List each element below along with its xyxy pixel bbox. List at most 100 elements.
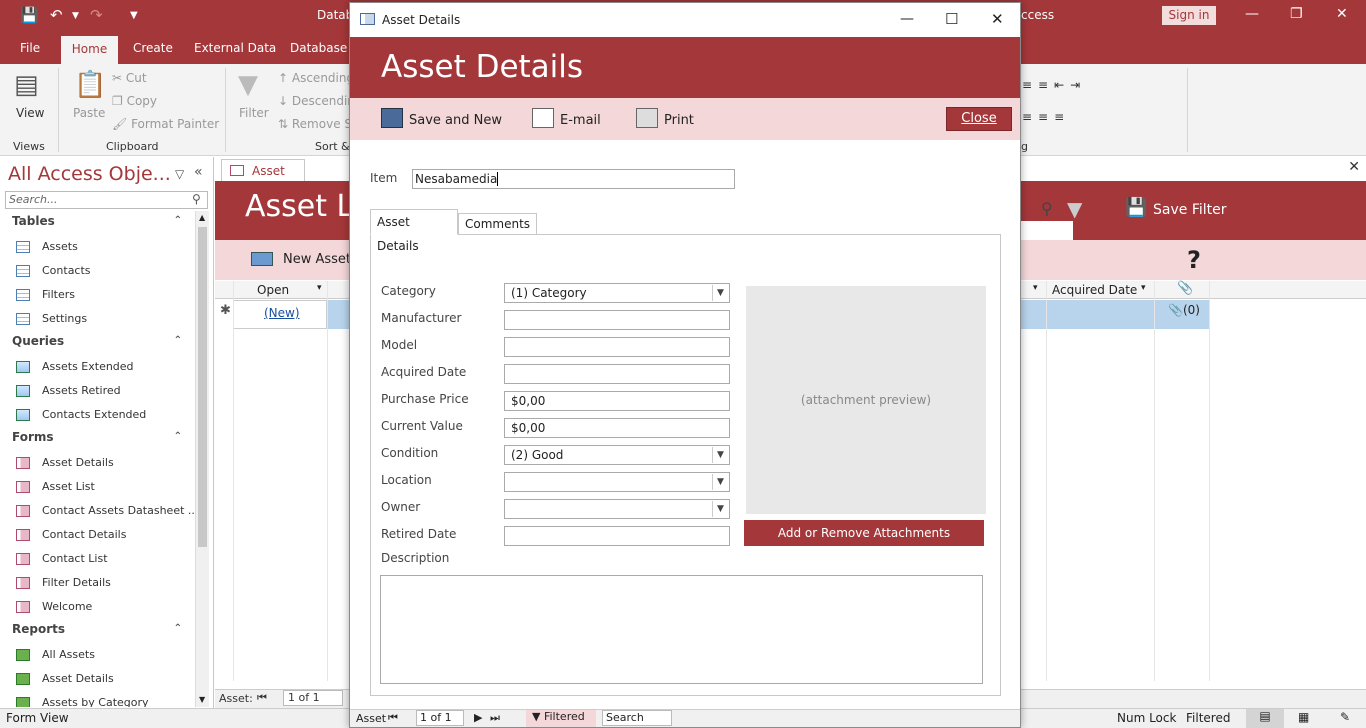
save-filter-button[interactable]: Save Filter [1153,202,1227,218]
save-and-new-button[interactable]: Save and New [381,108,502,128]
nav-item[interactable]: Assets Retired [0,379,194,403]
nav-item[interactable]: Asset Details [0,451,194,475]
nav-item[interactable]: Filters [0,283,194,307]
record-position[interactable]: 1 of 1 [283,690,343,706]
tab-home[interactable]: Home [61,36,118,64]
close-icon[interactable]: ✕ [1336,6,1348,22]
filter-icon[interactable]: ▼ [1067,197,1082,221]
chevron-down-icon[interactable]: ▼ [712,285,728,301]
nav-scrollbar[interactable]: ▲ ▼ [195,211,209,707]
chevron-down-icon[interactable]: ▼ [712,447,728,463]
field-input[interactable] [504,526,730,546]
collapse-section-icon[interactable]: ⌃ [174,211,182,231]
tab-comments[interactable]: Comments [458,213,538,235]
search-icon[interactable]: ⚲ [192,192,201,206]
close-icon[interactable]: ✕ [991,10,1004,28]
nav-item[interactable]: Contacts [0,259,194,283]
nav-menu-icon[interactable]: ▽ [175,167,184,181]
nav-item[interactable]: Assets Extended [0,355,194,379]
nav-section-forms[interactable]: Forms ⌃ [0,427,194,451]
nav-item[interactable]: Asset List [0,475,194,499]
field-input[interactable]: $0,00 [504,391,730,411]
new-row-open-cell[interactable]: (New) [233,300,327,329]
form-view-icon[interactable]: ▤ [1246,709,1284,728]
customize-qat-icon[interactable]: ▼ [130,10,138,21]
nav-item[interactable]: All Assets [0,643,194,667]
nav-section-tables[interactable]: Tables ⌃ [0,211,194,235]
close-button[interactable]: Close [946,107,1012,131]
new-asset-button[interactable]: New Asset [283,252,351,267]
attachment-count[interactable]: 📎(0) [1168,303,1200,317]
field-input[interactable]: $0,00 [504,418,730,438]
restore-icon[interactable]: ❐ [1290,6,1303,22]
nav-item[interactable]: Filter Details [0,571,194,595]
field-input[interactable] [504,364,730,384]
record-position[interactable]: 1 of 1 [416,710,464,726]
chevron-down-icon[interactable]: ▾ [1033,283,1038,293]
search-icon[interactable]: ⚲ [1041,199,1053,218]
nav-item[interactable]: Assets [0,235,194,259]
chevron-down-icon[interactable]: ▼ [712,474,728,490]
nav-item[interactable]: Settings [0,307,194,331]
undo-icon[interactable]: ↶ [50,6,63,24]
scroll-thumb[interactable] [198,227,207,547]
nav-item[interactable]: Contact List [0,547,194,571]
tab-asset-details[interactable]: Asset Details [370,209,458,253]
save-filter-icon[interactable]: 💾 [1125,197,1147,218]
field-input[interactable] [504,310,730,330]
collapse-section-icon[interactable]: ⌃ [174,427,182,447]
next-record-icon[interactable]: ▶ [474,711,482,724]
collapse-section-icon[interactable]: ⌃ [174,331,182,351]
tab-file[interactable]: File [20,41,40,55]
maximize-icon[interactable]: ☐ [945,10,958,28]
close-document-icon[interactable]: ✕ [1348,159,1360,175]
nav-search-input[interactable]: Search... [5,191,208,209]
save-icon[interactable]: 💾 [20,6,39,24]
field-input[interactable]: ▼ [504,499,730,519]
chevron-down-icon[interactable]: ▼ [712,501,728,517]
chevron-down-icon[interactable]: ▾ [1141,283,1146,293]
scroll-down-icon[interactable]: ▼ [199,695,205,704]
new-record-link[interactable]: (New) [264,306,300,320]
view-icon[interactable]: ▤ [14,70,39,100]
col-acquired-date[interactable]: Acquired Date [1052,283,1137,297]
add-remove-attachments-button[interactable]: Add or Remove Attachments [744,520,984,546]
nav-item[interactable]: Assets by Category [0,691,194,707]
nav-item[interactable]: Contacts Extended [0,403,194,427]
view-button[interactable]: View [16,106,44,120]
field-input[interactable] [504,337,730,357]
undo-dropdown-icon[interactable]: ▼ [72,11,79,21]
col-open[interactable]: Open [257,283,289,297]
field-input[interactable]: ▼ [504,472,730,492]
nav-item[interactable]: Welcome [0,595,194,619]
tab-create[interactable]: Create [133,41,173,55]
chevron-down-icon[interactable]: ▾ [317,283,322,293]
nav-pane-title[interactable]: All Access Obje... [8,163,171,185]
record-search-input[interactable]: Search [602,710,672,726]
field-input[interactable]: (2) Good ▼ [504,445,730,465]
nav-item[interactable]: Asset Details [0,667,194,691]
nav-section-queries[interactable]: Queries ⌃ [0,331,194,355]
align-icons[interactable]: ≡≡≡ [1022,110,1070,124]
tab-external-data[interactable]: External Data [194,41,276,55]
minimize-icon[interactable]: — [900,11,914,27]
nav-section-reports[interactable]: Reports ⌃ [0,619,194,643]
sign-in-button[interactable]: Sign in [1162,6,1216,25]
layout-view-icon[interactable]: ✎ [1340,710,1350,724]
email-button[interactable]: E-mail [532,108,601,128]
list-format-icons[interactable]: ≡≡⇤⇥ [1022,78,1086,92]
tab-asset-list[interactable]: Asset List [221,159,305,200]
nav-item[interactable]: Contact Assets Datasheet ... [0,499,194,523]
first-record-icon[interactable]: ⏮ [257,691,267,705]
help-button[interactable]: ? [1187,246,1201,274]
new-asset-icon[interactable] [251,252,273,266]
minimize-icon[interactable]: — [1245,6,1259,22]
description-input[interactable] [380,575,983,684]
collapse-section-icon[interactable]: ⌃ [174,619,182,639]
field-input[interactable]: (1) Category ▼ [504,283,730,303]
item-input[interactable]: Nesabamedia [412,169,735,189]
scroll-up-icon[interactable]: ▲ [199,213,205,222]
last-record-icon[interactable]: ⏭ [490,711,500,725]
collapse-nav-icon[interactable]: « [194,164,203,180]
attachment-preview[interactable]: (attachment preview) [746,286,986,514]
